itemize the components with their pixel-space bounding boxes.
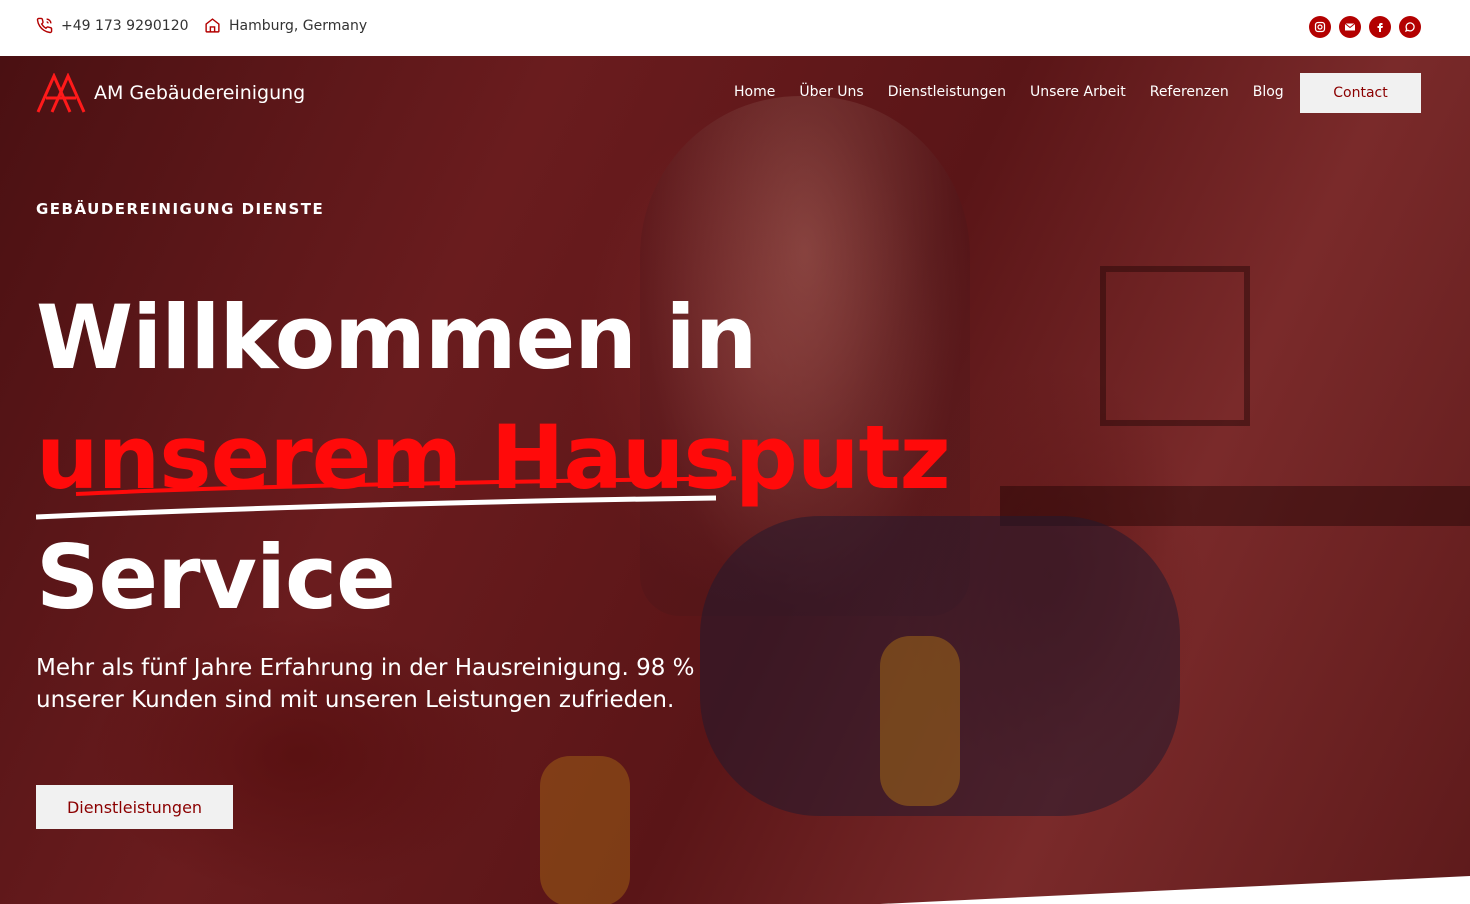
email-icon[interactable] [1339, 16, 1361, 38]
logo-mark-icon [36, 73, 86, 113]
headline-underline-decoration [36, 476, 736, 520]
phone-contact[interactable]: +49 173 9290120 [36, 17, 189, 34]
hero-description: Mehr als fünf Jahre Erfahrung in der Hau… [36, 655, 695, 713]
hero-headline: Willkommen in unserem Hausputz Service [36, 278, 951, 638]
location-info: Hamburg, Germany [204, 17, 367, 34]
nav-item-dienstleistungen[interactable]: Dienstleistungen [888, 84, 1006, 100]
hero-background-window [1100, 266, 1250, 426]
contact-button[interactable]: Contact [1300, 73, 1421, 113]
headline-line-1: Willkommen in [36, 286, 757, 389]
nav-item-home[interactable]: Home [734, 84, 775, 100]
phone-icon [36, 17, 53, 34]
nav-item-blog[interactable]: Blog [1253, 84, 1284, 100]
site-logo[interactable]: AM Gebäudereinigung [36, 73, 305, 113]
home-icon [205, 18, 220, 33]
main-nav: Home Über Uns Dienstleistungen Unsere Ar… [734, 84, 1284, 100]
social-links [1309, 16, 1421, 38]
location-text: Hamburg, Germany [229, 17, 368, 34]
hero-section: AM Gebäudereinigung Home Über Uns Dienst… [0, 56, 1470, 904]
nav-item-referenzen[interactable]: Referenzen [1150, 84, 1229, 100]
services-button[interactable]: Dienstleistungen [36, 785, 233, 829]
facebook-icon[interactable] [1369, 16, 1391, 38]
nav-item-unsere-arbeit[interactable]: Unsere Arbeit [1030, 84, 1126, 100]
phone-number: +49 173 9290120 [61, 17, 189, 34]
brand-name: AM Gebäudereinigung [94, 82, 306, 104]
nav-item-ueber-uns[interactable]: Über Uns [799, 84, 863, 100]
hero-eyebrow: GEBÄUDEREINIGUNG DIENSTE [36, 200, 325, 218]
whatsapp-icon[interactable] [1399, 16, 1421, 38]
hero-background-glove [880, 636, 960, 806]
top-info-bar: +49 173 9290120 Hamburg, Germany [0, 0, 1470, 56]
hero-bottom-divider [880, 876, 1470, 904]
instagram-icon[interactable] [1309, 16, 1331, 38]
headline-line-3: Service [36, 526, 396, 629]
